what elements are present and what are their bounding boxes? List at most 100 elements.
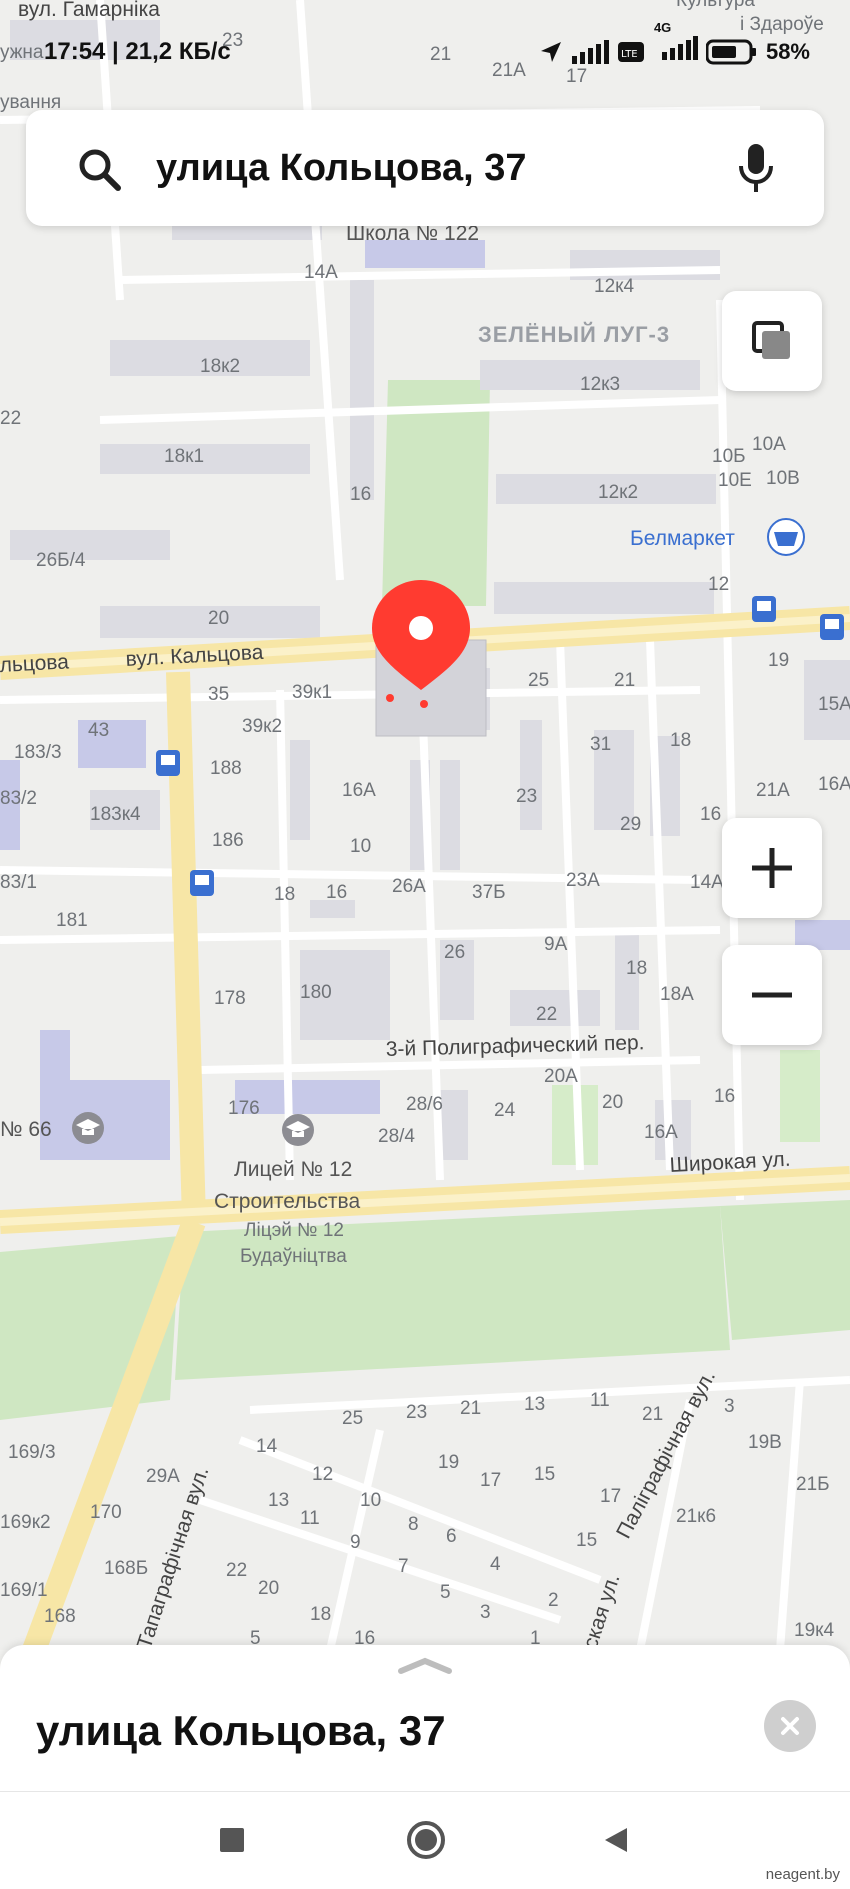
close-button[interactable] <box>764 1700 816 1752</box>
house-number: 4 <box>490 1554 501 1575</box>
house-number: 176 <box>228 1098 260 1119</box>
battery-percent: 58% <box>765 38 810 64</box>
house-number: 23А <box>566 870 600 891</box>
house-number: 10 <box>360 1490 381 1511</box>
house-number: 19 <box>438 1452 459 1473</box>
park-area <box>780 1050 820 1142</box>
house-number: 19к4 <box>794 1620 834 1641</box>
house-number: 15 <box>576 1530 597 1551</box>
house-number: 11 <box>590 1390 610 1411</box>
house-number: 13 <box>268 1490 289 1511</box>
search-bar[interactable] <box>26 110 824 226</box>
house-number: 3 <box>480 1602 491 1623</box>
house-number: 28/4 <box>378 1126 415 1147</box>
volte-icon: LTE <box>617 41 644 62</box>
bus-stop-icon[interactable] <box>752 596 776 622</box>
house-number: 24 <box>494 1100 516 1121</box>
bus-stop-icon[interactable] <box>820 614 844 640</box>
house-number: 169к2 <box>0 1512 51 1533</box>
poi-label-lyceum-be: Ліцэй № 12 <box>244 1220 344 1241</box>
house-number: 20 <box>208 608 229 629</box>
house-number: 37Б <box>472 882 506 903</box>
plus-icon <box>752 848 792 888</box>
house-number: 19В <box>748 1432 782 1453</box>
network-label: 4G <box>653 20 672 35</box>
watermark: neagent.by <box>765 1866 840 1883</box>
house-number: 11 <box>300 1508 320 1529</box>
house-number: 10А <box>752 434 786 455</box>
house-number: 169/1 <box>0 1580 48 1601</box>
house-number: 16А <box>644 1122 678 1143</box>
poi-label-lyceum[interactable]: Лицей № 12 <box>234 1158 352 1181</box>
house-number: 31 <box>590 734 611 755</box>
home-button[interactable] <box>396 1810 456 1870</box>
search-input[interactable] <box>156 140 704 196</box>
house-number: 8 <box>408 1514 419 1535</box>
house-number: 35 <box>208 684 229 705</box>
house-number: 18А <box>660 984 694 1005</box>
zoom-in-button[interactable] <box>722 818 822 918</box>
house-number: 21 <box>460 1398 481 1419</box>
house-number: 23 <box>516 786 537 807</box>
house-number: 168Б <box>104 1558 148 1579</box>
house-number: 14 <box>256 1436 278 1457</box>
house-number: 26А <box>392 876 426 897</box>
poi-label-belmarket[interactable]: Белмаркет <box>630 527 735 550</box>
house-number: 169/3 <box>8 1442 56 1463</box>
zoom-out-button[interactable] <box>722 945 822 1045</box>
house-number: 18 <box>274 884 295 905</box>
house-number: 12к2 <box>598 482 638 503</box>
minus-icon <box>752 992 792 998</box>
recent-apps-button[interactable] <box>202 1810 262 1870</box>
house-number: 16А <box>342 780 376 801</box>
house-number: 15А <box>818 694 850 715</box>
back-button[interactable] <box>586 1810 646 1870</box>
house-number: 29 <box>620 814 641 835</box>
graduation-cap-icon[interactable] <box>282 1114 314 1146</box>
house-number: 186 <box>212 830 244 851</box>
house-number: 18 <box>626 958 647 979</box>
house-number: 17 <box>480 1470 501 1491</box>
search-icon[interactable] <box>76 146 122 192</box>
bus-stop-icon[interactable] <box>190 870 214 896</box>
house-number: 21Б <box>796 1474 830 1495</box>
house-number: 22 <box>536 1004 557 1025</box>
status-icons: LTE 4G 58% <box>538 20 810 67</box>
house-number: 9 <box>350 1532 361 1553</box>
house-number: 26 <box>444 942 465 963</box>
triangle-back-icon <box>605 1828 627 1852</box>
svg-text:LTE: LTE <box>621 49 638 60</box>
house-number: 18к2 <box>200 356 240 377</box>
house-number: 20 <box>258 1578 279 1599</box>
house-number: 15 <box>534 1464 555 1485</box>
bus-stop-icon[interactable] <box>156 750 180 776</box>
basket-icon[interactable] <box>767 518 805 556</box>
location-arrow-icon <box>540 41 561 62</box>
house-number: 23 <box>406 1402 427 1423</box>
street-label: льцова <box>0 650 70 677</box>
house-number: 6 <box>446 1526 457 1547</box>
house-number: 12к3 <box>580 374 620 395</box>
graduation-cap-icon[interactable] <box>72 1112 104 1144</box>
house-number: 21 <box>614 670 635 691</box>
chevron-up-icon[interactable] <box>395 1653 455 1677</box>
house-number: 16 <box>714 1086 735 1107</box>
house-number: 19 <box>768 650 789 671</box>
house-number: 20А <box>544 1066 578 1087</box>
district-label: ЗЕЛЁНЫЙ ЛУГ-3 <box>478 322 670 347</box>
status-time-speed: 17:54 | 21,2 КБ/с <box>44 38 231 65</box>
house-number: 20 <box>602 1092 623 1113</box>
house-number: 3 <box>724 1396 735 1417</box>
poi-label-lyceum[interactable]: Строительства <box>214 1190 360 1213</box>
signal-icon <box>661 36 698 60</box>
poi-label-school66[interactable]: № 66 <box>0 1118 52 1141</box>
address-title: улица Кольцова, 37 <box>36 1707 446 1754</box>
mic-icon[interactable] <box>736 142 776 194</box>
house-number: 28/6 <box>406 1094 443 1115</box>
house-number: 39к2 <box>242 716 282 737</box>
house-number: 39к1 <box>292 682 332 703</box>
house-number: 16А <box>818 774 850 795</box>
house-number: 10Б <box>712 446 746 467</box>
battery-icon <box>705 39 756 64</box>
layers-button[interactable] <box>722 291 822 391</box>
